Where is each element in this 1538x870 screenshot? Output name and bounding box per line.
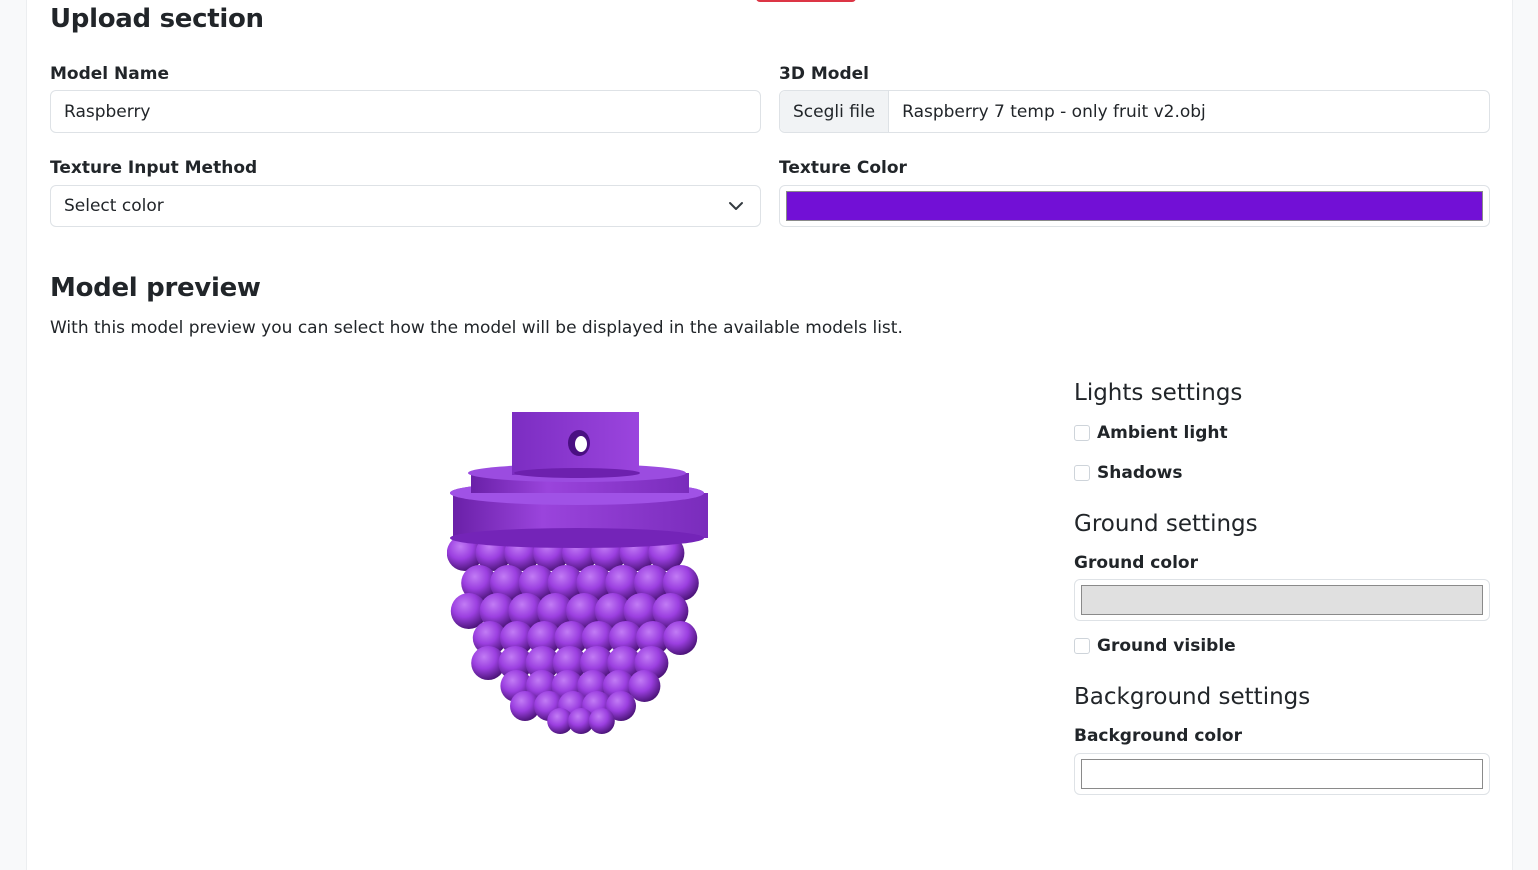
background-color-label: Background color	[1074, 726, 1242, 746]
ground-color-swatch	[1081, 585, 1483, 615]
file-name-text: Raspberry 7 temp - only fruit v2.obj	[902, 101, 1206, 122]
texture-method-select[interactable]: Select color	[50, 185, 761, 227]
model-file-label: 3D Model	[779, 64, 869, 84]
drupelet	[663, 621, 698, 655]
ground-settings-title: Ground settings	[1074, 511, 1258, 537]
drupelet	[628, 670, 661, 702]
ambient-light-checkbox[interactable]	[1074, 425, 1090, 441]
choose-file-button[interactable]: Scegli file	[780, 91, 890, 132]
ground-color-label: Ground color	[1074, 553, 1198, 573]
model-cap	[450, 412, 708, 548]
raspberry-model	[447, 535, 699, 734]
top-tab-indicator	[756, 0, 856, 2]
texture-color-swatch	[786, 191, 1483, 221]
ambient-light-label: Ambient light	[1097, 423, 1228, 443]
upload-section-title: Upload section	[50, 4, 264, 34]
background-settings-title: Background settings	[1074, 684, 1311, 710]
ground-visible-label: Ground visible	[1097, 636, 1236, 656]
model-file-input[interactable]: Scegli file Raspberry 7 temp - only frui…	[779, 90, 1490, 133]
shadows-row[interactable]: Shadows	[1074, 463, 1183, 483]
drupelet	[588, 708, 615, 734]
upload-card: Upload section Model Name Raspberry 3D M…	[26, 0, 1513, 870]
model-preview-canvas[interactable]	[447, 405, 717, 735]
model-name-label: Model Name	[50, 64, 169, 84]
texture-color-input[interactable]	[779, 185, 1490, 227]
model-name-input[interactable]: Raspberry	[50, 90, 761, 133]
texture-method-value: Select color	[64, 196, 164, 216]
texture-method-label: Texture Input Method	[50, 158, 258, 178]
background-color-input[interactable]	[1074, 753, 1490, 795]
ground-color-input[interactable]	[1074, 579, 1490, 621]
chevron-down-icon	[729, 202, 743, 210]
ground-visible-row[interactable]: Ground visible	[1074, 636, 1236, 656]
background-color-swatch	[1081, 759, 1483, 789]
lights-settings-title: Lights settings	[1074, 380, 1243, 406]
texture-color-label: Texture Color	[779, 158, 907, 178]
model-name-value: Raspberry	[64, 101, 151, 122]
model-preview-description: With this model preview you can select h…	[50, 318, 903, 338]
ground-visible-checkbox[interactable]	[1074, 638, 1090, 654]
shadows-checkbox[interactable]	[1074, 465, 1090, 481]
shadows-label: Shadows	[1097, 463, 1183, 483]
model-preview-title: Model preview	[50, 273, 261, 303]
ambient-light-row[interactable]: Ambient light	[1074, 423, 1228, 443]
